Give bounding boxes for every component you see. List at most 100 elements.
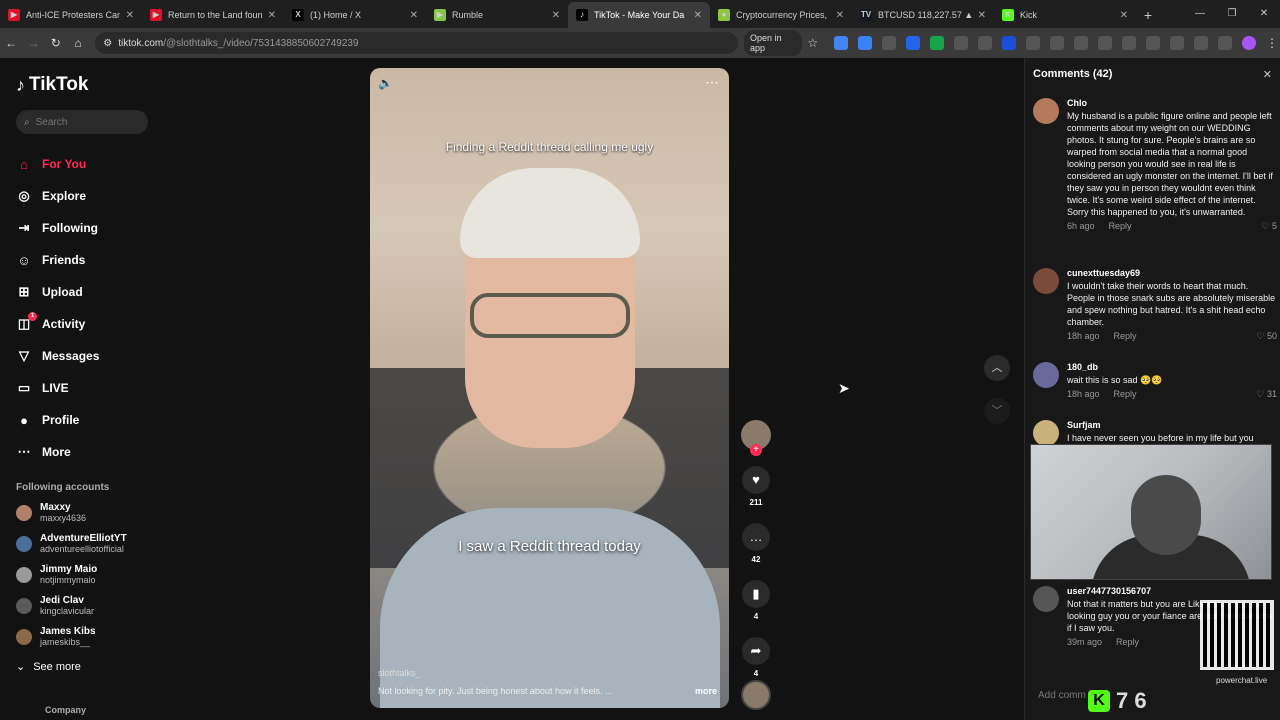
browser-tab[interactable]: ▶ Return to the Land founde ✕ [142,2,284,28]
tab-close-icon[interactable]: ✕ [268,10,276,21]
comment-like-button[interactable]: ♡ 31 [1256,389,1277,400]
extension-icon[interactable] [857,36,872,50]
following-account[interactable]: Jimmy Maio notjimmymaio [16,564,170,586]
sidebar-item-profile[interactable]: ● Profile [16,404,170,436]
sidebar-item-messages[interactable]: ▽ Messages [16,340,170,372]
sidebar-item-explore[interactable]: ◎ Explore [16,180,170,212]
sidebar-item-activity[interactable]: ◫ 1 Activity [16,308,170,340]
sidebar-item-upload[interactable]: ⊞ Upload [16,276,170,308]
reply-button[interactable]: Reply [1109,221,1132,231]
comment-bubble-icon[interactable]: … [742,523,770,551]
following-account[interactable]: Jedi Clav kingclavicular [16,595,170,617]
tab-close-icon[interactable]: ✕ [126,10,134,21]
avatar[interactable] [1033,268,1059,294]
comment-username[interactable]: Chlo [1067,98,1277,108]
tab-close-icon[interactable]: ✕ [1120,10,1128,21]
browser-tab[interactable]: ♪ TikTok - Make Your Da ✕ [568,2,710,28]
extension-icon[interactable] [881,36,896,50]
extension-icon[interactable] [1121,36,1136,50]
share-arrow-icon[interactable]: ➦ [742,637,770,665]
new-tab-plus-icon[interactable]: + [1136,2,1160,28]
tab-close-icon[interactable]: ✕ [978,10,986,21]
add-comment-input[interactable]: Add comm [1038,690,1086,701]
tiktok-logo[interactable]: ♪ TikTok [16,74,170,96]
save-action[interactable]: ▮ 4 [740,580,772,621]
following-account[interactable]: AdventureElliotYT adventureelliotofficia… [16,533,170,555]
following-account[interactable]: James Kibs jameskibs__ [16,626,170,648]
tab-close-icon[interactable]: ✕ [410,10,418,21]
close-icon[interactable]: ✕ [1263,68,1272,81]
more-options-icon[interactable]: ⋯ [705,74,719,91]
extension-icon[interactable] [1169,36,1184,50]
extension-icon[interactable] [1217,36,1232,50]
creator-avatar[interactable]: + [741,420,771,456]
site-info-icon[interactable]: ⚙ [103,38,112,49]
profile-avatar-icon[interactable] [1241,36,1256,50]
sound-disc-avatar[interactable] [741,680,771,710]
sidebar-item-more[interactable]: ⋯ More [16,436,170,468]
sidebar-item-friends[interactable]: ☺ Friends [16,244,170,276]
bookmark-star-icon[interactable]: ☆ [802,36,824,50]
extension-icon[interactable] [1193,36,1208,50]
tab-close-icon[interactable]: ✕ [552,10,560,21]
video-author[interactable]: slothtalks_ [378,668,421,678]
extension-icon[interactable] [953,36,968,50]
following-account[interactable]: Maxxy maxxy4636 [16,502,170,524]
tab-close-icon[interactable]: ✕ [694,10,702,21]
extension-icon[interactable] [929,36,944,50]
browser-tab[interactable]: ▶ Anti-ICE Protesters Can't H ✕ [0,2,142,28]
close-window-icon[interactable]: ✕ [1248,0,1280,28]
see-more-button[interactable]: ⌄ See more [16,660,170,674]
browser-tab[interactable]: X (1) Home / X ✕ [284,2,426,28]
browser-tab[interactable]: ▶ Rumble ✕ [426,2,568,28]
reload-icon[interactable]: ↻ [45,36,67,50]
search-input[interactable] [35,116,136,128]
extension-icon[interactable] [833,36,848,50]
reply-button[interactable]: Reply [1114,389,1137,399]
extension-icon[interactable] [1025,36,1040,50]
volume-icon[interactable]: 🔈 [378,76,393,90]
extension-icon[interactable] [977,36,992,50]
avatar[interactable] [1033,586,1059,612]
comment-like-button[interactable]: ♡ 50 [1256,331,1277,342]
previous-video-chevron-up-icon[interactable]: ︿ [984,355,1010,381]
tab-close-icon[interactable]: ✕ [836,10,844,21]
comment-action[interactable]: … 42 [740,523,772,564]
url-input[interactable]: ⚙ tiktok.com/@slothtalks_/video/75314388… [95,32,739,54]
company-link[interactable]: Company [45,705,86,715]
search-box[interactable]: ⌕ [16,110,148,134]
video-player[interactable]: 🔈 ⋯ Finding a Reddit thread calling me u… [370,68,729,708]
browser-menu-icon[interactable]: ⋮ [1266,36,1280,50]
home-icon[interactable]: ⌂ [67,36,89,50]
share-action[interactable]: ➦ 4 [740,637,772,678]
reply-button[interactable]: Reply [1114,331,1137,341]
sidebar-item-for-you[interactable]: ⌂ For You [16,148,170,180]
description-more-button[interactable]: more [695,686,717,696]
avatar[interactable] [1033,420,1059,446]
sidebar-item-following[interactable]: ⇥ Following [16,212,170,244]
open-in-app-button[interactable]: Open in app [744,30,802,56]
browser-tab[interactable]: TV BTCUSD 118,227.57 ▲ +0. ✕ [852,2,994,28]
comment-username[interactable]: cunexttuesday69 [1067,268,1277,278]
back-icon[interactable]: ← [0,36,22,50]
comment-username[interactable]: Surfjam [1067,420,1277,430]
extension-icon[interactable] [1001,36,1016,50]
browser-tab[interactable]: ● Cryptocurrency Prices, Ch ✕ [710,2,852,28]
extension-icon[interactable] [905,36,920,50]
extension-icon[interactable] [1049,36,1064,50]
extension-icon[interactable] [1145,36,1160,50]
forward-icon[interactable]: → [22,36,44,50]
follow-plus-icon[interactable]: + [750,444,762,456]
minimize-icon[interactable]: — [1184,0,1216,28]
comment-username[interactable]: 180_db [1067,362,1277,372]
restore-icon[interactable]: ❐ [1216,0,1248,28]
sidebar-item-live[interactable]: ▭ LIVE [16,372,170,404]
comment-like-button[interactable]: ♡ 5 [1261,221,1277,232]
next-video-chevron-down-icon[interactable]: ﹀ [984,398,1010,424]
avatar[interactable] [1033,98,1059,124]
bookmark-icon[interactable]: ▮ [742,580,770,608]
heart-icon[interactable]: ♥ [742,466,770,494]
comment-username[interactable]: user7447730156707 [1067,586,1277,596]
like-action[interactable]: ♥ 211 [740,466,772,507]
reply-button[interactable]: Reply [1116,637,1139,647]
